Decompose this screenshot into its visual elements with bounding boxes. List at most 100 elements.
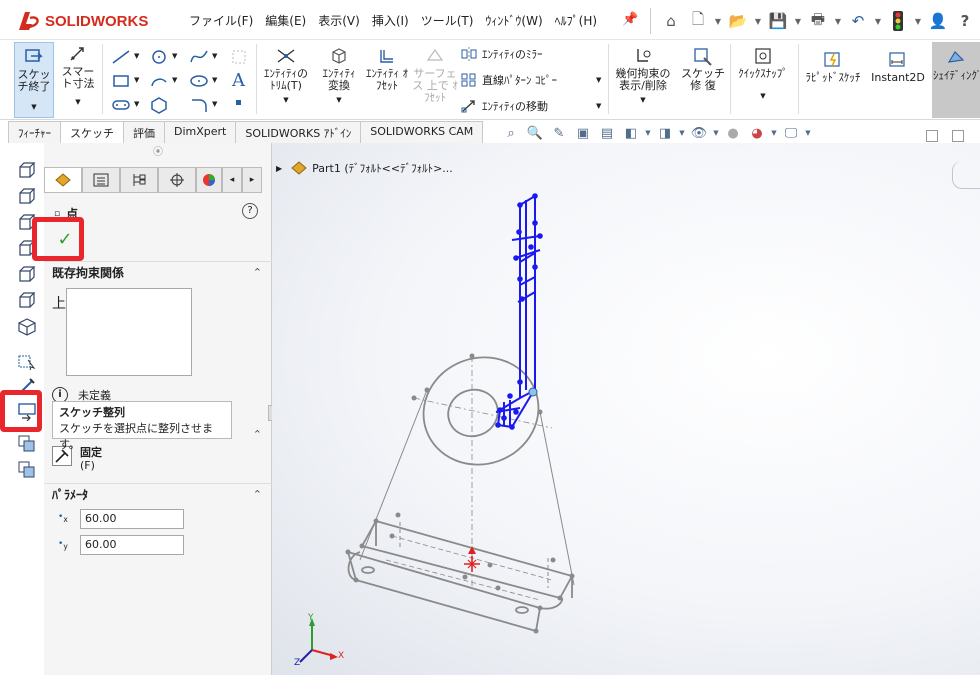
tab-dimxpert[interactable]: DimXpert <box>164 121 237 143</box>
move-entities-button[interactable]: ｴﾝﾃｨﾃｨの移動 <box>460 98 548 114</box>
rectangle-dropdown-icon[interactable]: ▼ <box>134 76 139 84</box>
tab-solidworks-addins[interactable]: SOLIDWORKS ｱﾄﾞｲﾝ <box>235 121 362 143</box>
menu-edit[interactable]: 編集(E) <box>259 10 312 32</box>
open-dropdown-icon[interactable]: ▼ <box>753 10 763 32</box>
trim-entities-button[interactable]: ｴﾝﾃｨﾃｨの ﾄﾘﾑ(T) ▼ <box>260 46 312 106</box>
parameters-header[interactable]: ﾊﾟﾗﾒｰﾀ ⌃ <box>44 483 272 505</box>
top-view-icon[interactable] <box>16 265 38 285</box>
isometric-view-icon[interactable] <box>16 317 38 337</box>
convert-dropdown-icon[interactable]: ▼ <box>316 94 362 106</box>
mirror-entities-button[interactable]: ｴﾝﾃｨﾃｨのﾐﾗｰ <box>460 46 543 62</box>
print-icon[interactable]: 🖶 <box>806 10 830 32</box>
ellipse-dropdown-icon[interactable]: ▼ <box>212 76 217 84</box>
repair-sketch-button[interactable]: スケッチ修 復 <box>680 46 726 92</box>
spline-dropdown-icon[interactable]: ▼ <box>212 52 217 60</box>
display-style-icon[interactable]: ◨ <box>654 124 676 142</box>
tab-scroll-left-icon[interactable]: ◂ <box>222 167 242 193</box>
hide-show-dropdown-icon[interactable]: ▼ <box>712 124 720 142</box>
rebuild-dropdown-icon[interactable]: ▼ <box>913 10 923 32</box>
line-dropdown-icon[interactable]: ▼ <box>134 52 139 60</box>
dynamic-annotation-icon[interactable]: ▤ <box>596 124 618 142</box>
collapse-chevron-icon[interactable]: ⌃ <box>253 266 262 279</box>
help-circle-icon[interactable]: ? <box>242 203 258 219</box>
shaded-sketch-contours-button[interactable]: ｼｪｲﾃﾞｨﾝｸﾞ スケッチ輪 郭 <box>932 42 980 118</box>
tab-scroll-right-icon[interactable]: ▸ <box>242 167 262 193</box>
new-document-icon[interactable]: 🗋 <box>686 10 710 32</box>
zoom-to-area-icon[interactable]: 🔍 <box>524 124 546 142</box>
new-dropdown-icon[interactable]: ▼ <box>713 10 723 32</box>
help-icon[interactable]: ? <box>953 10 977 32</box>
open-icon[interactable]: 📂 <box>726 10 750 32</box>
circle-icon[interactable] <box>148 48 170 66</box>
y-coordinate-field[interactable]: 60.00 <box>80 535 184 555</box>
spline-icon[interactable] <box>188 48 210 66</box>
save-dropdown-icon[interactable]: ▼ <box>793 10 803 32</box>
rapid-sketch-button[interactable]: ﾗﾋﾟｯﾄﾞｽｹｯﾁ <box>802 50 864 84</box>
construction-geometry-icon[interactable] <box>230 48 248 66</box>
quick-snaps-button[interactable]: ｸｲｯｸｽﾅｯﾌﾟ ▼ <box>733 46 793 102</box>
menu-insert[interactable]: 挿入(I) <box>366 10 415 32</box>
save-icon[interactable]: 💾 <box>766 10 790 32</box>
view-settings-icon[interactable]: 🖵 <box>780 124 802 142</box>
tree-part-name[interactable]: Part1 (ﾃﾞﾌｫﾙﾄ<<ﾃﾞﾌｫﾙﾄ>... <box>312 160 453 176</box>
tab-features[interactable]: ﾌｨｰﾁｬｰ <box>8 121 61 143</box>
quick-snaps-dropdown-icon[interactable]: ▼ <box>733 90 793 102</box>
text-tool-icon[interactable]: A <box>232 70 245 91</box>
arc-dropdown-icon[interactable]: ▼ <box>172 76 177 84</box>
propertymanager-tab-icon[interactable] <box>82 167 120 193</box>
slot-dropdown-icon[interactable]: ▼ <box>134 100 139 108</box>
view-orientation-icon[interactable]: ◧ <box>620 124 642 142</box>
select-sketch-icon[interactable] <box>16 351 38 371</box>
home-icon[interactable]: ⌂ <box>659 10 683 32</box>
apply-scene-icon[interactable]: ◕ <box>746 124 768 142</box>
view-settings-dropdown-icon[interactable]: ▼ <box>804 124 812 142</box>
collapse-chevron-icon[interactable]: ⌃ <box>253 428 262 441</box>
menu-help[interactable]: ﾍﾙﾌﾟ(H) <box>549 10 603 32</box>
tab-solidworks-cam[interactable]: SOLIDWORKS CAM <box>360 121 484 143</box>
fillet-icon[interactable] <box>188 96 210 114</box>
menu-window[interactable]: ｳｨﾝﾄﾞｳ(W) <box>479 10 548 32</box>
tab-evaluate[interactable]: 評価 <box>123 121 165 143</box>
displaymanager-tab-icon[interactable] <box>196 167 222 193</box>
undo-dropdown-icon[interactable]: ▼ <box>873 10 883 32</box>
convert-entities-button[interactable]: ｴﾝﾃｨﾃｨ 変換 ▼ <box>316 46 362 106</box>
tree-expand-icon[interactable]: ▶ <box>276 164 282 173</box>
layer-copy-icon[interactable] <box>16 433 38 453</box>
display-delete-relations-button[interactable]: 幾何拘束の 表示/削除 ▼ <box>612 46 674 106</box>
configurationmanager-tab-icon[interactable] <box>120 167 158 193</box>
task-pane-tab[interactable] <box>952 161 980 189</box>
selected-point[interactable] <box>528 387 538 397</box>
display-style-dropdown-icon[interactable]: ▼ <box>678 124 686 142</box>
menu-tools[interactable]: ツール(T) <box>415 10 480 32</box>
bottom-view-icon[interactable] <box>16 291 38 311</box>
line-icon[interactable] <box>110 48 132 66</box>
print-dropdown-icon[interactable]: ▼ <box>833 10 843 32</box>
circle-dropdown-icon[interactable]: ▼ <box>172 52 177 60</box>
graphics-area[interactable]: Y X Z <box>272 143 980 675</box>
linear-pattern-button[interactable]: 直線ﾊﾟﾀｰﾝ ｺﾋﾟｰ <box>460 72 557 88</box>
rebuild-traffic-light-icon[interactable] <box>886 10 910 32</box>
hide-show-items-icon[interactable]: 👁 <box>688 124 710 142</box>
scene-dropdown-icon[interactable]: ▼ <box>770 124 778 142</box>
rectangle-icon[interactable] <box>110 72 132 90</box>
x-coordinate-field[interactable]: 60.00 <box>80 509 184 529</box>
fillet-dropdown-icon[interactable]: ▼ <box>212 100 217 108</box>
point-icon[interactable] <box>236 100 241 105</box>
tab-sketch[interactable]: スケッチ <box>60 121 124 143</box>
dimxpertmanager-tab-icon[interactable] <box>158 167 196 193</box>
relations-listbox[interactable] <box>66 288 192 376</box>
smart-dimension-dropdown-icon[interactable]: ▼ <box>58 96 98 108</box>
collapse-chevron-icon[interactable]: ⌃ <box>253 488 262 501</box>
user-icon[interactable]: 👤 <box>926 10 950 32</box>
offset-entities-button[interactable]: ｴﾝﾃｨﾃｨ ｵﾌｾｯﾄ <box>364 46 410 92</box>
exit-sketch-button[interactable]: スケッチ終了 ▼ <box>14 42 54 118</box>
front-view-icon[interactable] <box>16 161 38 181</box>
relations-dropdown-icon[interactable]: ▼ <box>612 94 674 106</box>
instant2d-button[interactable]: Instant2D <box>868 50 928 84</box>
pin-icon[interactable]: 📌 <box>622 12 638 27</box>
zoom-to-fit-icon[interactable]: ⌕ <box>500 124 522 142</box>
trim-dropdown-icon[interactable]: ▼ <box>260 94 312 106</box>
layer-paste-icon[interactable] <box>16 459 38 479</box>
back-view-icon[interactable] <box>16 187 38 207</box>
panel-grip-icon[interactable]: ⦿ <box>44 143 272 163</box>
